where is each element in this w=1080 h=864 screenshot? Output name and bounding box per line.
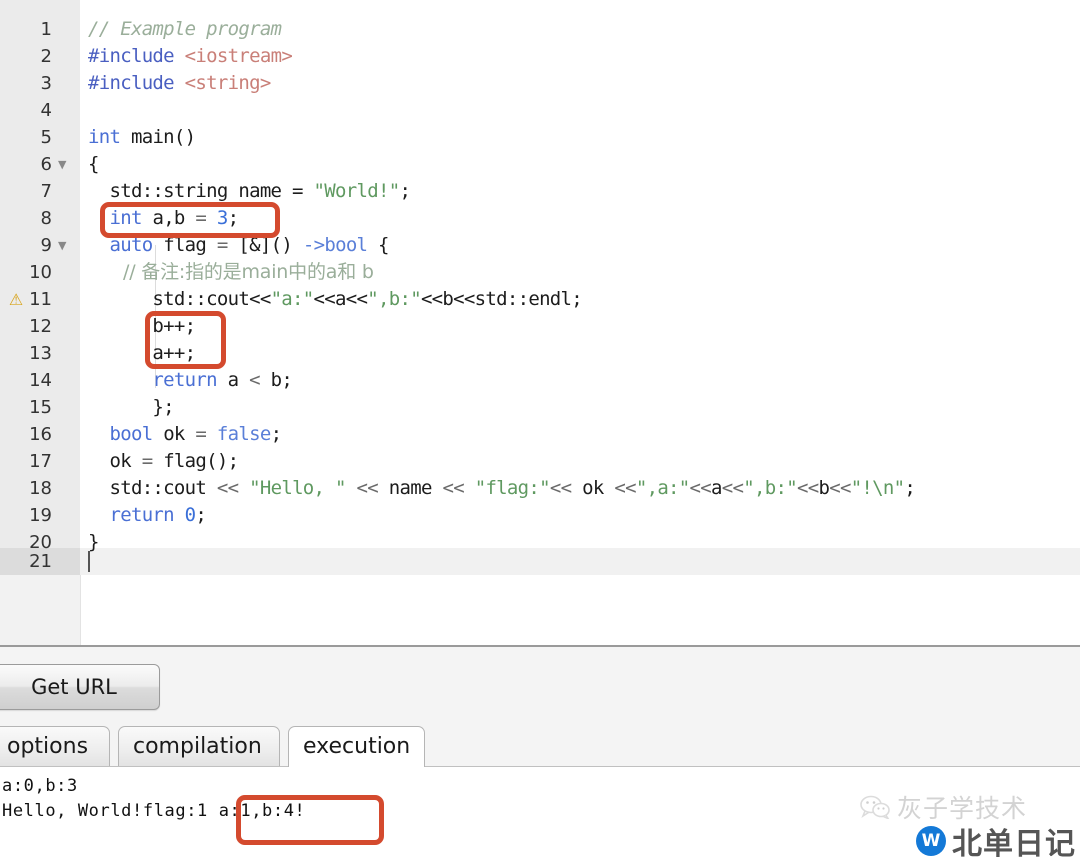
tab-compilation[interactable]: compilation [118, 726, 280, 767]
code-line-3[interactable]: #include <string> [88, 70, 271, 97]
w-badge-icon: W [916, 826, 946, 856]
watermark: 灰子学技术 W 北单日记 [860, 790, 1076, 862]
code-line-14[interactable]: return a < b; [88, 367, 292, 394]
tab-options[interactable]: options [0, 726, 110, 767]
line-number: 8 [40, 208, 52, 229]
active-line-highlight [80, 548, 1080, 575]
line-number: 13 [29, 343, 52, 364]
line-number: 12 [29, 316, 52, 337]
line-number: 15 [29, 397, 52, 418]
wechat-chat-icon [860, 795, 890, 819]
output-line-2: Hello, World!flag:1 a:1,b:4! [2, 801, 306, 821]
line-number: 18 [29, 478, 52, 499]
line-number: 1 [40, 19, 52, 40]
code-token-comment-cn: // 备注:指的是main中的a和 b [88, 261, 374, 283]
editor-gutter-tail [0, 575, 81, 645]
code-line-20[interactable]: } [88, 529, 99, 556]
code-line-2[interactable]: #include <iostream> [88, 43, 293, 70]
line-number: 19 [29, 505, 52, 526]
warning-triangle-icon[interactable]: ⚠ [6, 286, 26, 313]
line-number: 16 [29, 424, 52, 445]
code-line-15[interactable]: }; [88, 394, 174, 421]
code-line-7[interactable]: std::string name = "World!"; [88, 178, 410, 205]
get-url-button[interactable]: Get URL [0, 664, 160, 710]
code-line-9[interactable]: auto flag = [&]() ->bool { [88, 232, 389, 259]
code-line-13[interactable]: a++; [88, 340, 196, 367]
code-line-18[interactable]: std::cout << "Hello, " << name << "flag:… [88, 475, 915, 502]
watermark-text-2: 北单日记 [952, 827, 1076, 862]
output-line-1: a:0,b:3 [2, 776, 78, 796]
code-line-17[interactable]: ok = flag(); [88, 448, 239, 475]
line-number: 10 [29, 262, 52, 283]
watermark-row-2: W 北单日记 [916, 822, 1076, 862]
code-line-19[interactable]: return 0; [88, 502, 206, 529]
chevron-down-icon[interactable]: ▼ [58, 232, 66, 259]
compiler-bottom-panel: Get URL options compilation execution a:… [0, 645, 1080, 864]
code-line-16[interactable]: bool ok = false; [88, 421, 282, 448]
line-number: 6 [40, 154, 52, 175]
code-editor[interactable]: 1 2 3 4 5 6 ▼ 7 8 9 ▼ 10 11 ⚠ 12 13 14 1… [0, 0, 1080, 645]
line-number: 21 [29, 551, 52, 572]
line-number: 4 [40, 100, 52, 121]
line-number: 14 [29, 370, 52, 391]
code-line-6[interactable]: { [88, 151, 99, 178]
line-number: 5 [40, 127, 52, 148]
line-number: 7 [40, 181, 52, 202]
code-token-comment: // Example program [88, 18, 282, 40]
editor-empty-area [0, 575, 1080, 645]
line-number: 17 [29, 451, 52, 472]
code-line-12[interactable]: b++; [88, 313, 196, 340]
code-line-1[interactable]: // Example program [88, 16, 282, 43]
result-tabstrip: options compilation execution [0, 726, 1080, 767]
chevron-down-icon[interactable]: ▼ [58, 151, 66, 178]
line-number: 3 [40, 73, 52, 94]
code-line-5[interactable]: int main() [88, 124, 196, 151]
line-number: 2 [40, 46, 52, 67]
code-line-11[interactable]: std::cout<<"a:"<<a<<",b:"<<b<<std::endl; [88, 286, 582, 313]
code-line-8[interactable]: int a,b = 3; [88, 205, 239, 232]
tab-execution[interactable]: execution [288, 726, 425, 767]
code-line-10[interactable]: // 备注:指的是main中的a和 b [88, 259, 374, 286]
line-number: 9 [40, 235, 52, 256]
